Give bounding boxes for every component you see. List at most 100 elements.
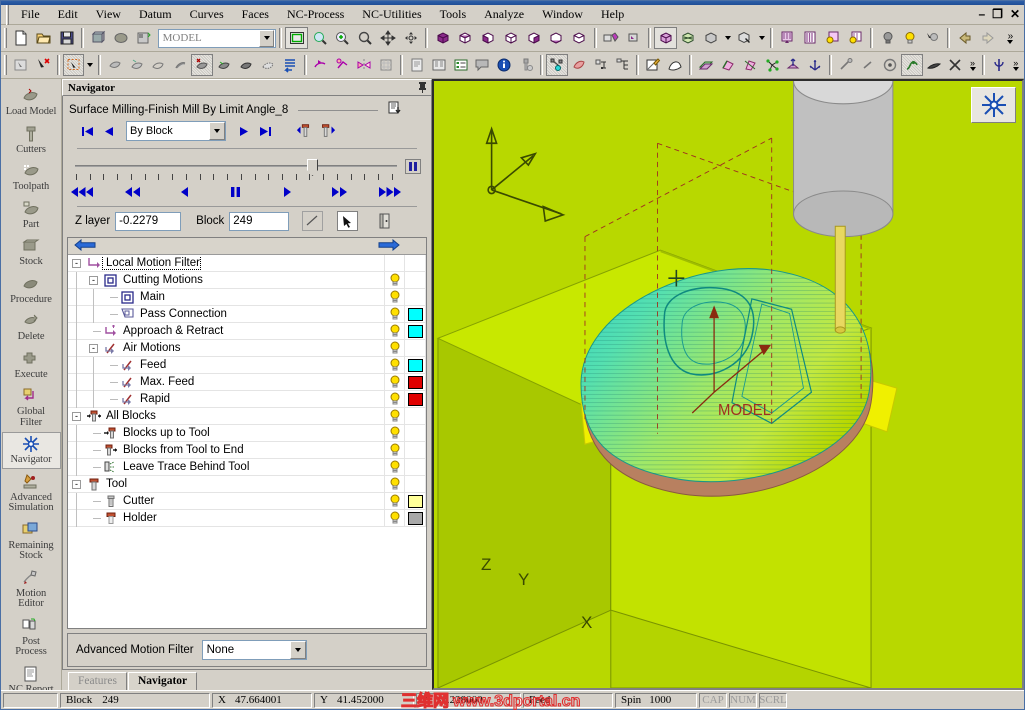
menu-analyze[interactable]: Analyze [475,5,533,24]
view-orientation-icon[interactable] [971,87,1016,123]
tree-row[interactable]: Leave Trace Behind Tool [68,458,426,476]
curve-overflow-button[interactable]: » [966,54,978,76]
face-fill-icon[interactable] [213,54,235,76]
select-box-icon[interactable] [10,54,32,76]
color-swatch[interactable] [404,509,426,527]
forward-fast-button[interactable] [377,183,403,201]
shape-icon[interactable] [110,27,133,49]
hidden-line-dropdown[interactable] [722,27,733,49]
previous-block-button[interactable] [100,122,118,140]
color-swatch[interactable] [404,492,426,510]
sidebar-item-part[interactable]: Part [2,197,61,234]
tree-row[interactable]: Max. Feed [68,373,426,391]
sidebar-item-navigator[interactable]: Navigator [1,432,61,469]
sidebar-item-post-process[interactable]: Post Process [2,614,61,661]
align-icon[interactable] [590,54,612,76]
list-view-icon[interactable] [428,54,450,76]
visibility-bulb-icon[interactable] [384,288,404,306]
visibility-bulb-icon[interactable] [384,356,404,374]
menu-file[interactable]: File [12,5,49,24]
arrow-left-icon[interactable] [74,238,96,253]
sidebar-item-advanced-simulation[interactable]: Advanced Simulation [2,470,61,517]
close-button[interactable]: ✕ [1010,7,1020,21]
tree-expander[interactable]: - [68,258,85,268]
tree-expander[interactable]: - [85,343,102,353]
view-right-icon[interactable] [499,27,522,49]
visibility-bulb-icon[interactable] [384,424,404,442]
advanced-motion-filter-arrow[interactable] [289,641,306,659]
face-add-icon[interactable] [126,54,148,76]
sidebar-item-stock[interactable]: Stock [2,234,61,271]
menu-faces[interactable]: Faces [233,5,278,24]
forward-button[interactable] [326,183,352,201]
model-name-combo[interactable]: MODEL [157,28,277,48]
tree-expander[interactable]: - [68,411,85,421]
revolve-axis-icon[interactable] [988,54,1010,76]
visibility-bulb-icon[interactable] [384,492,404,510]
menu-nc-process[interactable]: NC-Process [278,5,353,24]
tree-row[interactable]: Feed [68,356,426,374]
color-swatch[interactable] [404,322,426,340]
step-back-button[interactable] [172,183,198,201]
tree-row[interactable]: Pass Connection [68,305,426,323]
next-block-button[interactable] [234,122,252,140]
toolbar2-overflow-button[interactable]: » [1010,54,1022,76]
tree-row[interactable]: - All Blocks [68,407,426,425]
menu-grip[interactable] [6,4,9,25]
view-restore-icon[interactable] [622,27,645,49]
toolbar1-overflow-button[interactable]: » [999,27,1022,49]
csys-icon[interactable] [804,54,826,76]
minimize-button[interactable]: – [978,7,985,21]
color-swatch[interactable] [404,390,426,408]
visibility-bulb-icon[interactable] [384,373,404,391]
datum-grid-icon[interactable] [375,54,397,76]
shaded-view-icon[interactable] [654,27,677,49]
rewind-fast-button[interactable] [69,183,95,201]
node-edit-icon[interactable] [546,54,568,76]
arrow-right-icon[interactable] [378,238,400,253]
datum-mirror-icon[interactable] [353,54,375,76]
menu-tools[interactable]: Tools [431,5,476,24]
color-swatch[interactable] [404,373,426,391]
tree-row[interactable]: Blocks up to Tool [68,424,426,442]
first-block-button[interactable] [78,122,96,140]
tool-step-forward-icon[interactable] [318,122,336,140]
menu-datum[interactable]: Datum [130,5,181,24]
comment-icon[interactable] [472,54,494,76]
line-icon[interactable] [835,54,857,76]
face-solid-icon[interactable] [235,54,257,76]
sidebar-item-load-model[interactable]: Load Model [2,84,61,121]
report-icon[interactable] [406,54,428,76]
sketch-icon[interactable] [642,54,664,76]
datum-copy-icon[interactable] [331,54,353,76]
view-bottom-icon[interactable] [545,27,568,49]
last-block-button[interactable] [256,122,274,140]
save-file-icon[interactable] [56,27,79,49]
advanced-motion-filter-combo[interactable]: None [201,640,307,660]
exit-door-icon[interactable] [374,211,395,231]
sidebar-item-motion-editor[interactable]: Motion Editor [2,566,61,613]
tree-structure-icon[interactable] [612,54,634,76]
tab-navigator[interactable]: Navigator [127,672,198,690]
sidebar-item-global-filter[interactable]: Global Filter [2,384,61,431]
rewind-button[interactable] [120,183,146,201]
trim-icon[interactable] [945,54,967,76]
new-file-icon[interactable] [10,27,33,49]
hidden-line-view-icon[interactable] [700,27,723,49]
info-icon[interactable] [493,54,515,76]
menu-view[interactable]: View [87,5,130,24]
sidebar-item-cutters[interactable]: Cutters [2,122,61,159]
view-back-icon[interactable] [568,27,591,49]
model-combo-arrow[interactable] [259,29,275,47]
play-button[interactable] [274,183,300,201]
restore-button[interactable]: ❐ [992,7,1003,21]
layer-visible-icon[interactable] [799,27,822,49]
surface-extrude-icon[interactable] [717,54,739,76]
tree-row[interactable]: Cutter [68,492,426,510]
visibility-bulb-icon[interactable] [384,390,404,408]
open-file-icon[interactable] [33,27,56,49]
tree-row[interactable]: Holder [68,509,426,527]
model-view-icon[interactable] [87,27,110,49]
pin-icon[interactable] [418,81,428,95]
tree-row[interactable]: Approach & Retract [68,322,426,340]
